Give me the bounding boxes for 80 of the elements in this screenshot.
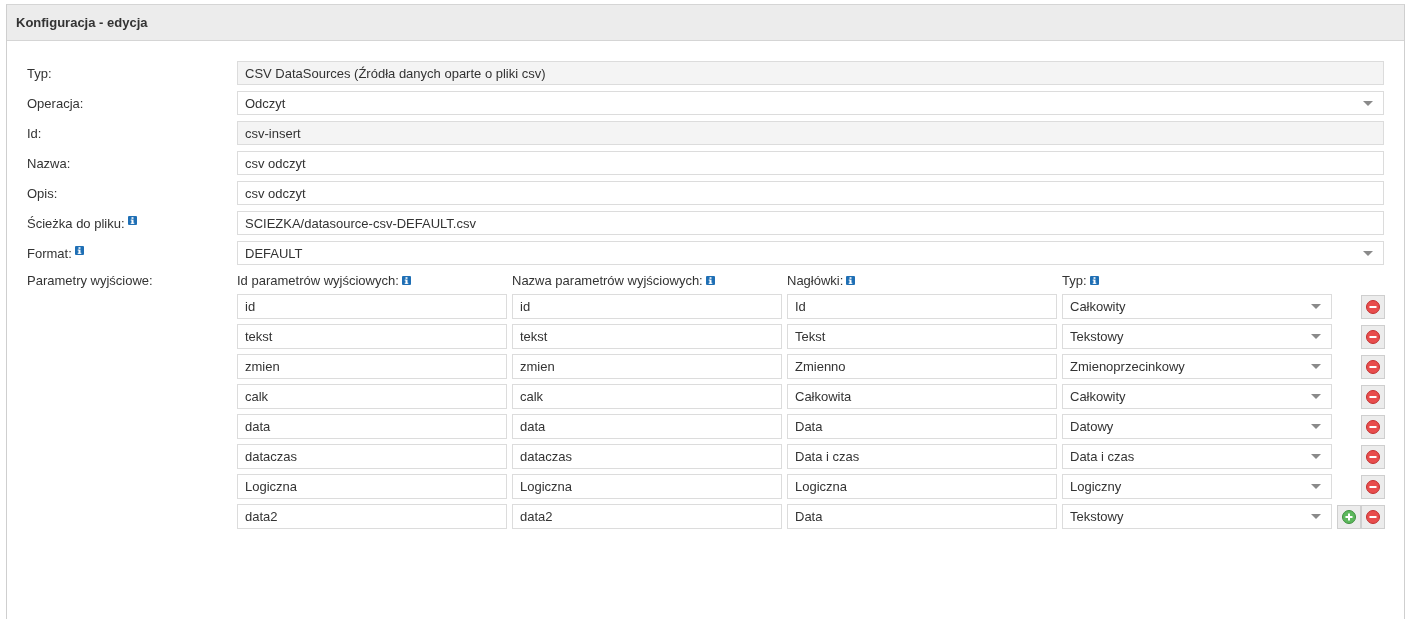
dropdown-caret-icon bbox=[1363, 250, 1373, 256]
column-header: Nazwa parametrów wyjściowych: bbox=[512, 272, 703, 288]
input-field: CSV DataSources (Źródła danych oparte o pliki csv) bbox=[237, 61, 1384, 85]
dropdown[interactable]: Datowy bbox=[1062, 414, 1332, 439]
input-field[interactable]: Data i czas bbox=[787, 444, 1057, 469]
input-field[interactable]: dataczas bbox=[237, 444, 507, 469]
remove-button[interactable] bbox=[1361, 444, 1385, 469]
input-field[interactable]: dataczas bbox=[512, 444, 782, 469]
remove-button[interactable] bbox=[1361, 414, 1385, 439]
input-field[interactable]: Data bbox=[787, 504, 1057, 529]
input-field[interactable]: tekst bbox=[237, 324, 507, 349]
dropdown-caret-icon bbox=[1311, 454, 1321, 459]
dropdown[interactable]: Całkowity bbox=[1062, 384, 1332, 409]
field-label: Id: bbox=[27, 125, 42, 141]
input-field[interactable]: Data bbox=[787, 414, 1057, 439]
column-header: Typ: bbox=[1062, 272, 1087, 288]
field-label: Nazwa: bbox=[27, 155, 71, 171]
input-field[interactable]: Tekst bbox=[787, 324, 1057, 349]
dropdown[interactable]: Logiczny bbox=[1062, 474, 1332, 499]
input-field[interactable]: data2 bbox=[512, 504, 782, 529]
panel-title: Konfiguracja - edycja bbox=[16, 15, 148, 30]
input-field[interactable]: csv odczyt bbox=[237, 181, 1384, 205]
field-label: Opis: bbox=[27, 185, 58, 201]
input-field[interactable]: SCIEZKA/datasource-csv-DEFAULT.csv bbox=[237, 211, 1384, 235]
input-field[interactable]: data bbox=[512, 414, 782, 439]
minus-icon bbox=[1366, 299, 1380, 314]
input-field[interactable]: data2 bbox=[237, 504, 507, 529]
input-field[interactable]: Logiczna bbox=[512, 474, 782, 499]
dropdown-caret-icon bbox=[1311, 334, 1321, 339]
minus-icon bbox=[1366, 419, 1380, 434]
field-label: Format: bbox=[27, 245, 72, 261]
minus-icon bbox=[1366, 449, 1380, 464]
dropdown[interactable]: Zmienoprzecinkowy bbox=[1062, 354, 1332, 379]
remove-button[interactable] bbox=[1361, 324, 1385, 349]
input-field[interactable]: Zmienno bbox=[787, 354, 1057, 379]
remove-button[interactable] bbox=[1361, 354, 1385, 379]
remove-button[interactable] bbox=[1361, 504, 1385, 529]
input-field[interactable]: id bbox=[512, 294, 782, 319]
minus-icon bbox=[1366, 359, 1380, 374]
dropdown[interactable]: Całkowity bbox=[1062, 294, 1332, 319]
field-label: Parametry wyjściowe: bbox=[27, 272, 153, 288]
minus-icon bbox=[1366, 389, 1380, 404]
input-field[interactable]: csv odczyt bbox=[237, 151, 1384, 175]
dropdown-caret-icon bbox=[1311, 484, 1321, 489]
input-field[interactable]: Logiczna bbox=[787, 474, 1057, 499]
remove-button[interactable] bbox=[1361, 474, 1385, 499]
dropdown-caret-icon bbox=[1311, 514, 1321, 519]
input-field: csv-insert bbox=[237, 121, 1384, 145]
dropdown[interactable]: Tekstowy bbox=[1062, 324, 1332, 349]
remove-button[interactable] bbox=[1361, 294, 1385, 319]
dropdown-caret-icon bbox=[1311, 394, 1321, 399]
column-header: Id parametrów wyjściowych: bbox=[237, 272, 399, 288]
field-label: Typ: bbox=[27, 65, 52, 81]
input-field[interactable]: Logiczna bbox=[237, 474, 507, 499]
dropdown[interactable]: Tekstowy bbox=[1062, 504, 1332, 529]
field-label: Ścieżka do pliku: bbox=[27, 215, 125, 231]
plus-icon bbox=[1342, 509, 1356, 524]
minus-icon bbox=[1366, 479, 1380, 494]
input-field[interactable]: Id bbox=[787, 294, 1057, 319]
input-field[interactable]: zmien bbox=[237, 354, 507, 379]
dropdown-caret-icon bbox=[1363, 100, 1373, 106]
dropdown-caret-icon bbox=[1311, 304, 1321, 309]
column-header: Nagłówki: bbox=[787, 272, 844, 288]
input-field[interactable]: zmien bbox=[512, 354, 782, 379]
field-label: Operacja: bbox=[27, 95, 84, 111]
input-field[interactable]: tekst bbox=[512, 324, 782, 349]
input-field[interactable]: calk bbox=[512, 384, 782, 409]
add-button[interactable] bbox=[1337, 504, 1361, 529]
minus-icon bbox=[1366, 329, 1380, 344]
remove-button[interactable] bbox=[1361, 384, 1385, 409]
minus-icon bbox=[1366, 509, 1380, 524]
dropdown-caret-icon bbox=[1311, 424, 1321, 429]
input-field[interactable]: Całkowita bbox=[787, 384, 1057, 409]
input-field[interactable]: id bbox=[237, 294, 507, 319]
input-field[interactable]: calk bbox=[237, 384, 507, 409]
dropdown-caret-icon bbox=[1311, 364, 1321, 369]
dropdown[interactable]: Data i czas bbox=[1062, 444, 1332, 469]
dropdown[interactable]: DEFAULT bbox=[237, 241, 1384, 265]
dropdown[interactable]: Odczyt bbox=[237, 91, 1384, 115]
input-field[interactable]: data bbox=[237, 414, 507, 439]
